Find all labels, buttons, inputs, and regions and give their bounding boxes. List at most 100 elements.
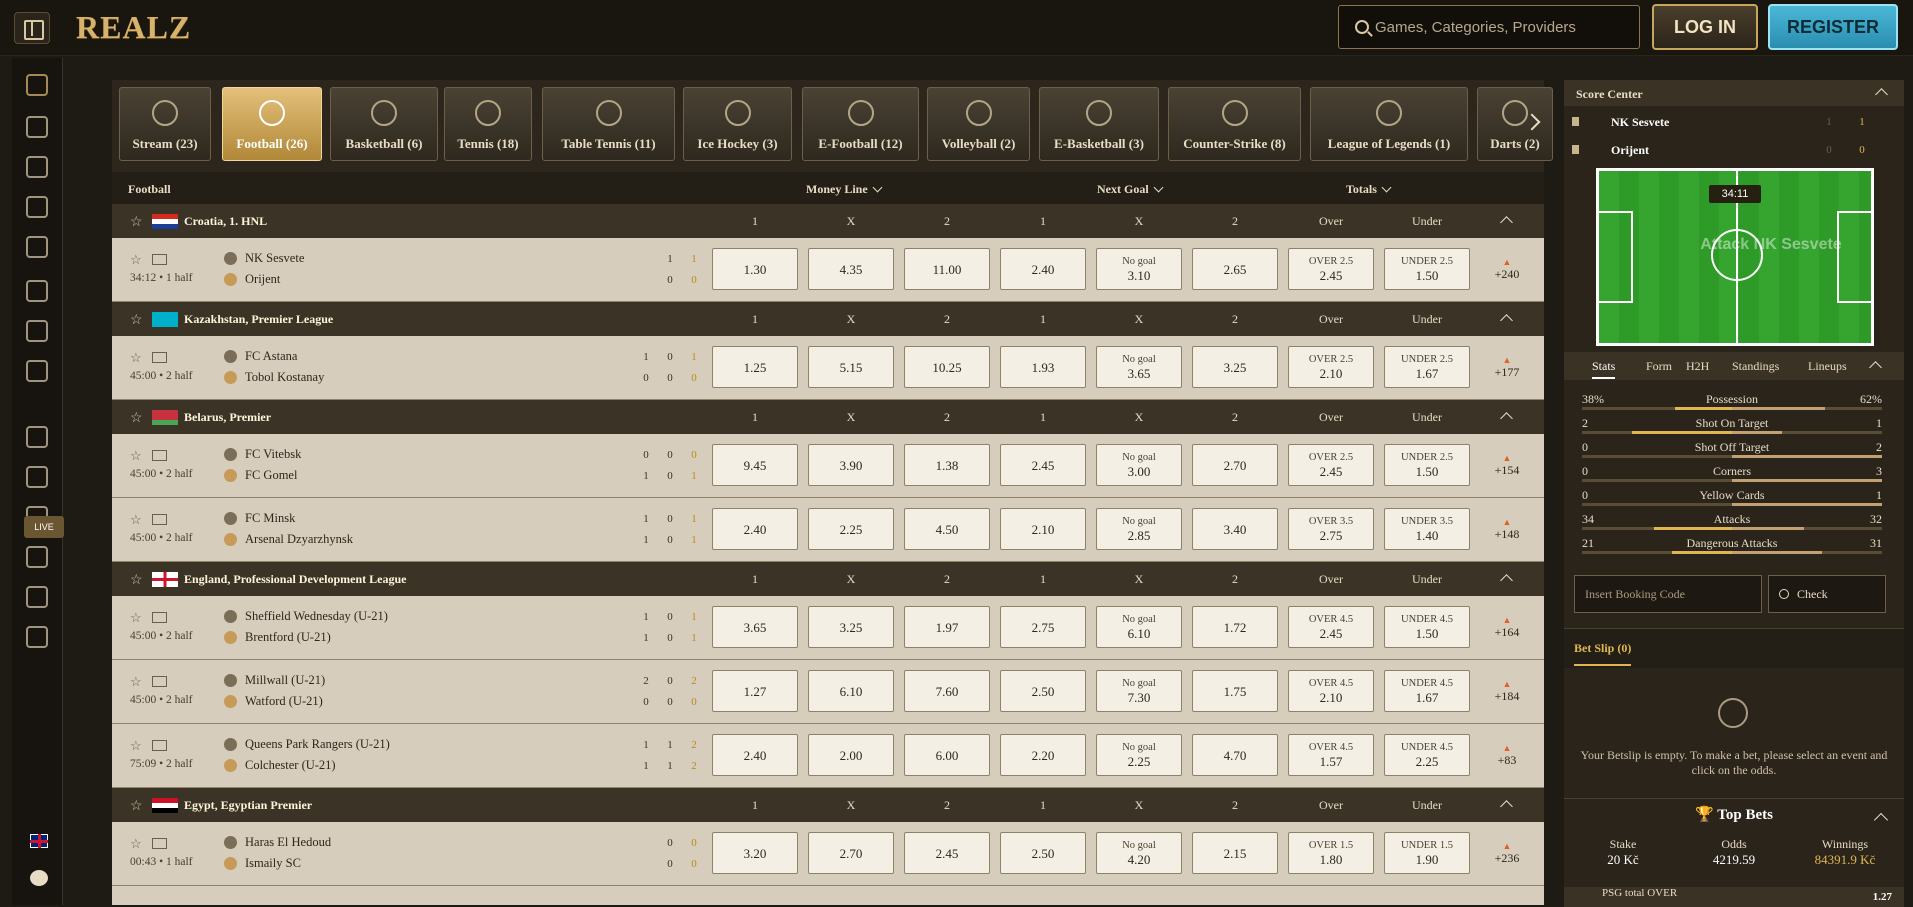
star-icon[interactable]: ☆ [130,410,143,427]
odds-button[interactable]: 3.90 [808,444,894,486]
sport-tab-tennis[interactable]: Tennis (18) [444,87,532,161]
egg-icon[interactable] [26,116,48,138]
odds-button[interactable]: UNDER 3.5 1.40 [1384,508,1470,550]
odds-button[interactable]: 3.20 [712,832,798,874]
odds-button[interactable]: 1.38 [904,444,990,486]
chevron-up-icon[interactable] [1500,574,1513,587]
dice-icon[interactable] [26,466,48,488]
odds-button[interactable]: 2.15 [1192,832,1278,874]
odds-button[interactable]: UNDER 4.5 2.25 [1384,734,1470,776]
odds-button[interactable]: 2.40 [1000,248,1086,290]
odds-button[interactable]: 1.27 [712,670,798,712]
sport-tab-league-of-legends[interactable]: League of Legends (1) [1310,87,1468,161]
odds-button[interactable]: 2.00 [808,734,894,776]
odds-button[interactable]: UNDER 4.5 1.67 [1384,670,1470,712]
league-header[interactable]: ☆ Kazakhstan, Premier League 1 X 2 1 X 2 Over Und… [112,302,1544,336]
more-markets-button[interactable]: ▲ +184 [1482,680,1532,704]
star-icon[interactable]: ☆ [130,836,142,852]
star-icon[interactable]: ☆ [130,214,143,231]
stream-icon[interactable] [152,352,167,363]
odds-button[interactable]: OVER 2.5 2.10 [1288,346,1374,388]
stream-icon[interactable] [152,838,167,849]
score-center-header[interactable]: Score Center [1564,80,1904,106]
sidebar-toggle-icon[interactable] [14,12,50,44]
odds-button[interactable]: 4.50 [904,508,990,550]
match-row[interactable]: ☆ 45:00 • 2 half FC Vitebsk FC Gomel 0 0 0 1 0 1 9… [112,434,1544,498]
odds-button[interactable]: 10.25 [904,346,990,388]
chat-icon[interactable] [30,870,48,886]
star-icon[interactable]: ☆ [130,350,142,366]
podium-icon[interactable] [26,546,48,568]
odds-button[interactable]: 2.50 [1000,670,1086,712]
sport-tab-table-tennis[interactable]: Table Tennis (11) [542,87,675,161]
odds-button[interactable]: No goal 2.85 [1096,508,1182,550]
money-line-dropdown[interactable]: Money Line [806,182,883,197]
briefcase-icon[interactable] [26,626,48,648]
match-row[interactable]: ☆ 75:09 • 2 half Queens Park Rangers (U-21… [112,724,1544,788]
match-row[interactable]: ☆ 34:12 • 1 half NK Sesvete Orijent 1 1 0 0 1.30… [112,238,1544,302]
odds-button[interactable]: No goal 3.65 [1096,346,1182,388]
odds-button[interactable]: OVER 4.5 2.10 [1288,670,1374,712]
odds-button[interactable]: 2.75 [1000,606,1086,648]
match-row[interactable]: ☆ 45:00 • 2 half FC Astana Tobol Kostanay 1 0… [112,336,1544,400]
odds-button[interactable]: 2.65 [1192,248,1278,290]
odds-button[interactable]: 3.25 [808,606,894,648]
odds-button[interactable]: 1.25 [712,346,798,388]
stream-icon[interactable] [152,740,167,751]
more-markets-button[interactable]: ▲ +83 [1482,744,1532,768]
sport-tab-volleyball[interactable]: Volleyball (2) [927,87,1030,161]
league-header[interactable]: ☆ Belarus, Premier 1 X 2 1 X 2 Over Under [112,400,1544,434]
odds-button[interactable]: 3.25 [1192,346,1278,388]
odds-button[interactable]: 1.97 [904,606,990,648]
star-icon[interactable]: ☆ [130,610,142,626]
stream-icon[interactable] [152,676,167,687]
chevron-up-icon[interactable] [1500,216,1513,229]
odds-button[interactable]: No goal 4.20 [1096,832,1182,874]
chevron-up-icon[interactable] [1500,412,1513,425]
odds-button[interactable]: 2.70 [1192,444,1278,486]
top-bet-item[interactable]: PSG total OVER 1.27 [1564,887,1904,907]
star-icon[interactable]: ☆ [130,512,142,528]
search-box[interactable] [1338,5,1640,49]
stream-icon[interactable] [152,450,167,461]
odds-button[interactable]: OVER 1.5 1.80 [1288,832,1374,874]
language-flag-icon[interactable] [30,834,48,848]
logo[interactable]: REALZ [76,9,191,46]
stream-icon[interactable] [152,514,167,525]
odds-button[interactable]: 9.45 [712,444,798,486]
odds-button[interactable]: 1.30 [712,248,798,290]
odds-button[interactable]: No goal 3.00 [1096,444,1182,486]
odds-button[interactable]: No goal 3.10 [1096,248,1182,290]
odds-button[interactable]: 4.70 [1192,734,1278,776]
odds-button[interactable]: 3.65 [712,606,798,648]
odds-button[interactable]: No goal 6.10 [1096,606,1182,648]
league-header[interactable]: ☆ England, Professional Development Leagu… [112,562,1544,596]
odds-button[interactable]: OVER 2.5 2.45 [1288,444,1374,486]
odds-button[interactable]: 1.72 [1192,606,1278,648]
odds-button[interactable]: UNDER 4.5 1.50 [1384,606,1470,648]
star-icon[interactable]: ☆ [130,312,143,329]
live-badge[interactable]: LIVE [24,516,64,538]
odds-button[interactable]: OVER 3.5 2.75 [1288,508,1374,550]
more-markets-button[interactable]: ▲ +240 [1482,258,1532,282]
league-header[interactable]: ☆ Egypt, Egyptian Premier 1 X 2 1 X 2 Over Under [112,788,1544,822]
odds-button[interactable]: 2.70 [808,832,894,874]
more-markets-button[interactable]: ▲ +236 [1482,842,1532,866]
sport-tab-basketball[interactable]: Basketball (6) [330,87,438,161]
league-header[interactable]: ☆ Croatia, 1. HNL 1 X 2 1 X 2 Over Under [112,204,1544,238]
stream-icon[interactable] [152,612,167,623]
odds-button[interactable]: 1.93 [1000,346,1086,388]
star-icon[interactable]: ☆ [130,674,142,690]
sport-tab-ice-hockey[interactable]: Ice Hockey (3) [683,87,792,161]
sport-tab-e-basketball[interactable]: E-Basketball (3) [1039,87,1159,161]
more-markets-button[interactable]: ▲ +148 [1482,518,1532,542]
odds-button[interactable]: 2.40 [712,508,798,550]
check-button[interactable]: Check [1768,575,1886,613]
sport-tab-darts[interactable]: Darts (2) [1477,87,1553,161]
odds-button[interactable]: 1.75 [1192,670,1278,712]
odds-button[interactable]: 2.10 [1000,508,1086,550]
stats-tab-lineups[interactable]: Lineups [1808,359,1847,374]
odds-button[interactable]: 2.45 [904,832,990,874]
basketball-icon[interactable] [26,360,48,382]
odds-button[interactable]: UNDER 2.5 1.67 [1384,346,1470,388]
